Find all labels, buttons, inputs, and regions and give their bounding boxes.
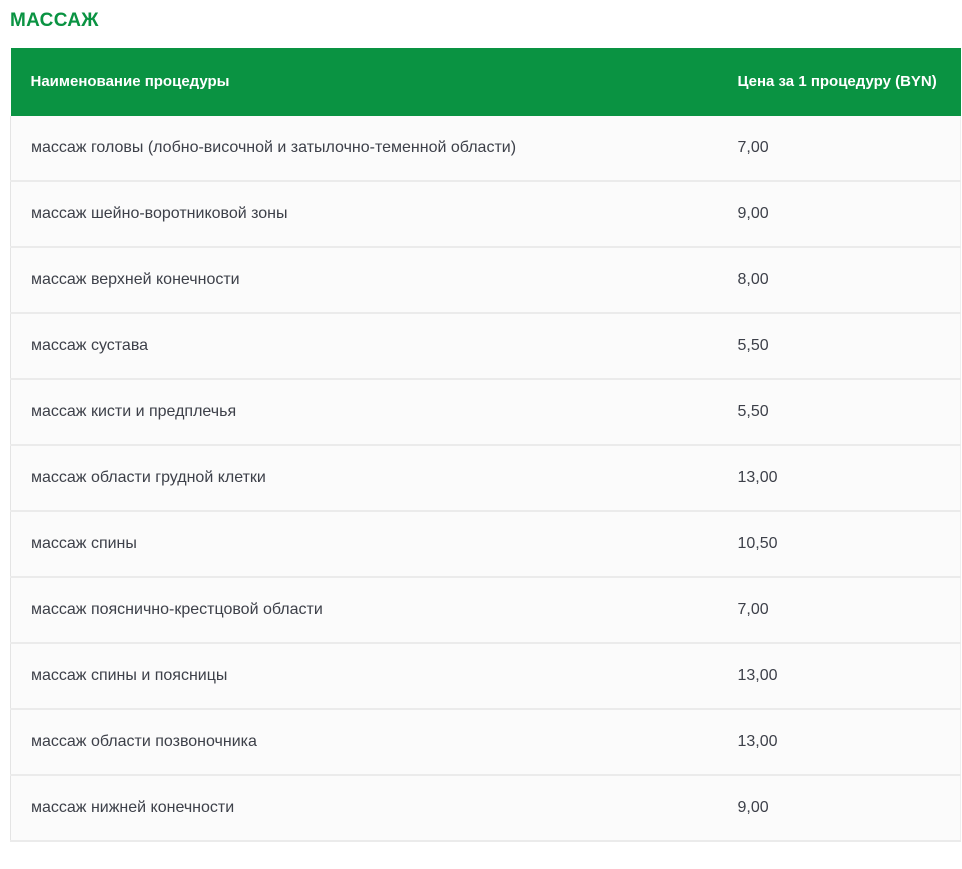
- price-table: Наименование процедуры Цена за 1 процеду…: [10, 48, 961, 842]
- procedure-name-cell: массаж спины: [11, 511, 721, 577]
- procedure-name-cell: массаж области позвоночника: [11, 709, 721, 775]
- price-cell: 13,00: [721, 643, 961, 709]
- price-cell: 8,00: [721, 247, 961, 313]
- table-row: массаж кисти и предплечья5,50: [11, 379, 961, 445]
- table-row: массаж нижней конечности9,00: [11, 775, 961, 841]
- price-cell: 5,50: [721, 313, 961, 379]
- procedure-name-cell: массаж нижней конечности: [11, 775, 721, 841]
- table-row: массаж спины10,50: [11, 511, 961, 577]
- price-cell: 13,00: [721, 709, 961, 775]
- page-title: МАССАЖ: [10, 10, 952, 32]
- table-header: Наименование процедуры Цена за 1 процеду…: [11, 48, 961, 116]
- table-row: массаж сустава5,50: [11, 313, 961, 379]
- price-cell: 7,00: [721, 116, 961, 181]
- table-row: массаж верхней конечности8,00: [11, 247, 961, 313]
- price-cell: 5,50: [721, 379, 961, 445]
- column-header-price: Цена за 1 процедуру (BYN): [721, 48, 961, 116]
- table-row: массаж области грудной клетки13,00: [11, 445, 961, 511]
- table-body: массаж головы (лобно-височной и затылочн…: [11, 116, 961, 841]
- table-row: массаж головы (лобно-височной и затылочн…: [11, 116, 961, 181]
- price-cell: 7,00: [721, 577, 961, 643]
- price-cell: 9,00: [721, 775, 961, 841]
- table-row: массаж спины и поясницы13,00: [11, 643, 961, 709]
- procedure-name-cell: массаж области грудной клетки: [11, 445, 721, 511]
- table-row: массаж шейно-воротниковой зоны9,00: [11, 181, 961, 247]
- table-header-row: Наименование процедуры Цена за 1 процеду…: [11, 48, 961, 116]
- procedure-name-cell: массаж спины и поясницы: [11, 643, 721, 709]
- price-list-page: МАССАЖ Наименование процедуры Цена за 1 …: [0, 10, 962, 842]
- procedure-name-cell: массаж кисти и предплечья: [11, 379, 721, 445]
- price-cell: 9,00: [721, 181, 961, 247]
- price-cell: 10,50: [721, 511, 961, 577]
- price-cell: 13,00: [721, 445, 961, 511]
- procedure-name-cell: массаж верхней конечности: [11, 247, 721, 313]
- procedure-name-cell: массаж головы (лобно-височной и затылочн…: [11, 116, 721, 181]
- table-row: массаж пояснично-крестцовой области7,00: [11, 577, 961, 643]
- procedure-name-cell: массаж пояснично-крестцовой области: [11, 577, 721, 643]
- procedure-name-cell: массаж сустава: [11, 313, 721, 379]
- column-header-procedure-name: Наименование процедуры: [11, 48, 721, 116]
- table-row: массаж области позвоночника13,00: [11, 709, 961, 775]
- procedure-name-cell: массаж шейно-воротниковой зоны: [11, 181, 721, 247]
